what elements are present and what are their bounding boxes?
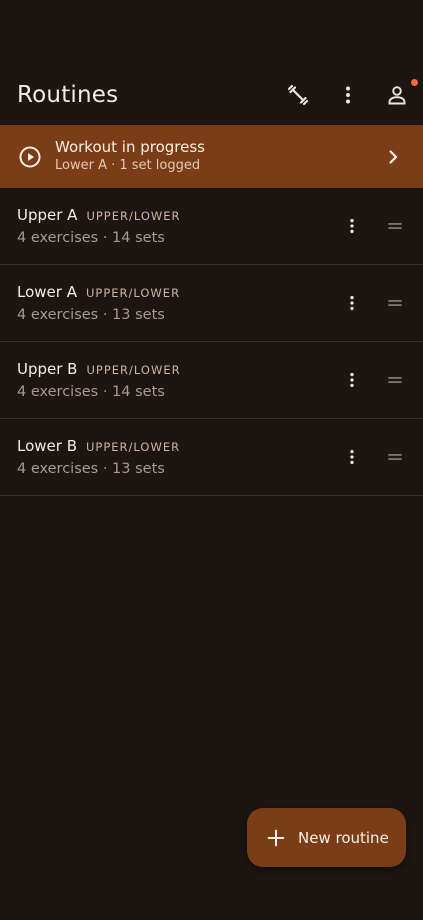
drag-handle-icon — [388, 300, 402, 306]
more-vert-icon — [350, 295, 354, 311]
more-options-button[interactable] — [323, 71, 373, 119]
drag-handle-icon — [388, 454, 402, 460]
drag-handle[interactable] — [373, 435, 417, 479]
more-vert-icon — [350, 372, 354, 388]
routine-name: Upper A — [17, 205, 78, 224]
routine-meta: 4 exercises · 14 sets — [17, 229, 165, 246]
banner-subtitle: Lower A · 1 set logged — [55, 158, 201, 173]
banner-title: Workout in progress — [55, 138, 205, 156]
play-circle-icon — [19, 146, 41, 167]
profile-icon — [388, 86, 406, 105]
banner-text: Workout in progress Lower A · 1 set logg… — [55, 138, 381, 175]
routine-row-lower-b[interactable]: Lower B UPPER/LOWER 4 exercises · 13 set… — [0, 419, 423, 496]
drag-handle-icon — [388, 223, 402, 229]
routine-row-lower-a[interactable]: Lower A UPPER/LOWER 4 exercises · 13 set… — [0, 265, 423, 342]
routine-row-upper-b[interactable]: Upper B UPPER/LOWER 4 exercises · 14 set… — [0, 342, 423, 419]
routine-meta: 4 exercises · 14 sets — [17, 383, 165, 400]
routine-tag: UPPER/LOWER — [86, 362, 181, 377]
app-bar-actions — [273, 64, 423, 126]
routine-more-button[interactable] — [333, 358, 371, 402]
workout-in-progress-banner[interactable]: Workout in progress Lower A · 1 set logg… — [0, 125, 423, 188]
page-title: Routines — [17, 82, 119, 108]
routine-text: Upper B UPPER/LOWER 4 exercises · 14 set… — [17, 358, 333, 403]
routine-meta: 4 exercises · 13 sets — [17, 460, 165, 477]
routine-row-upper-a[interactable]: Upper A UPPER/LOWER 4 exercises · 14 set… — [0, 188, 423, 265]
routine-tag: UPPER/LOWER — [86, 439, 181, 454]
routine-meta: 4 exercises · 13 sets — [17, 306, 165, 323]
drag-handle[interactable] — [373, 358, 417, 402]
drag-handle[interactable] — [373, 281, 417, 325]
routine-tag: UPPER/LOWER — [85, 285, 181, 300]
routine-text: Upper A UPPER/LOWER 4 exercises · 14 set… — [17, 204, 333, 249]
more-vert-icon — [350, 449, 354, 465]
drag-handle-icon — [388, 377, 402, 383]
chevron-right-icon — [389, 149, 398, 164]
dumbbell-icon — [287, 84, 309, 106]
routine-text: Lower A UPPER/LOWER 4 exercises · 13 set… — [17, 281, 333, 326]
notification-badge — [411, 79, 418, 86]
routine-more-button[interactable] — [333, 204, 371, 248]
more-vert-icon — [346, 86, 350, 104]
routine-more-button[interactable] — [333, 435, 371, 479]
new-routine-button[interactable]: New routine — [247, 808, 406, 867]
dumbbell-button[interactable] — [273, 71, 323, 119]
app-bar: Routines — [0, 64, 423, 126]
more-vert-icon — [350, 218, 354, 234]
routine-text: Lower B UPPER/LOWER 4 exercises · 13 set… — [17, 435, 333, 480]
new-routine-label: New routine — [298, 828, 389, 847]
routine-more-button[interactable] — [333, 281, 371, 325]
plus-icon — [267, 829, 285, 846]
profile-button[interactable] — [373, 71, 423, 119]
routine-tag: UPPER/LOWER — [86, 208, 181, 223]
routine-name: Lower A — [17, 282, 77, 301]
drag-handle[interactable] — [373, 204, 417, 248]
routine-name: Upper B — [17, 359, 78, 378]
routine-list: Upper A UPPER/LOWER 4 exercises · 14 set… — [0, 188, 423, 496]
routine-name: Lower B — [17, 436, 77, 455]
routines-screen: Routines Workout in progress Lower A · 1… — [0, 0, 423, 920]
